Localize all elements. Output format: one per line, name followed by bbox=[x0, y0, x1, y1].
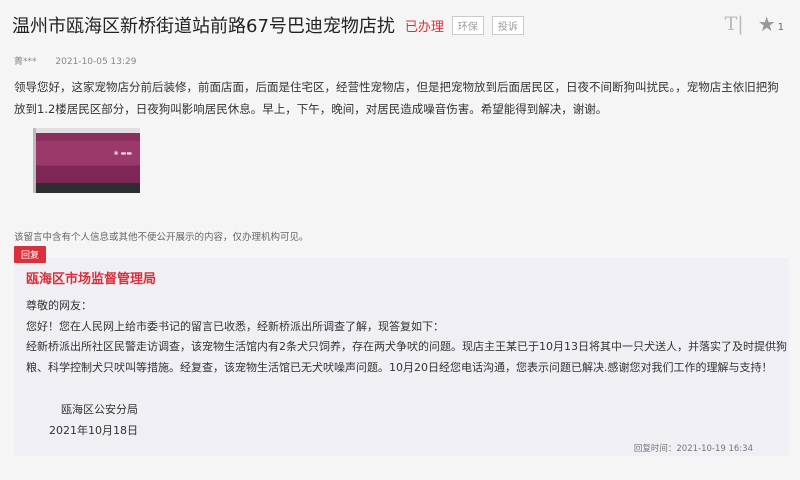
star-count: 1 bbox=[777, 21, 784, 33]
reply-text: 尊敬的网友： 您好！您在人民网上给市委书记的留言已收悉，经新桥派出所调查了解，现… bbox=[26, 296, 788, 378]
reply-badge: 回复 bbox=[14, 246, 47, 263]
post-time: 2021-10-05 13:29 bbox=[55, 57, 137, 67]
reply-line-1: 您好！您在人民网上给市委书记的留言已收悉，经新桥派出所调查了解，现答复如下： bbox=[26, 319, 444, 333]
reply-greeting: 尊敬的网友： bbox=[26, 299, 92, 312]
privacy-notice: 该留言中含有个人信息或其他不便公开展示的内容，仅办理机构可见。 bbox=[14, 232, 309, 243]
font-size-icon[interactable]: T| bbox=[725, 13, 744, 35]
status-badge: 已办理 bbox=[404, 19, 444, 35]
reply-line-2: 经新桥派出所社区民警走访调查，该宠物生活馆内有2条犬只饲养，存在两犬争吠的问题。… bbox=[26, 340, 787, 374]
page-title: 温州市瓯海区新桥街道站前路67号巴迪宠物店扰 bbox=[12, 16, 395, 37]
post-meta: 菁*** 2021-10-05 13:29 bbox=[14, 54, 153, 67]
star-icon[interactable]: ★ bbox=[758, 12, 776, 36]
tag-complaint[interactable]: 投诉 bbox=[491, 15, 524, 35]
post-content: 领导您好，这家宠物店分前后装修，前面店面，后面是住宅区，经营性宠物店，但是把宠物… bbox=[14, 80, 779, 116]
reply-signer: 瓯海区公安分局 bbox=[61, 403, 138, 416]
reply-org: 瓯海区市场监督管理局 bbox=[26, 272, 157, 287]
toolbar: T| ★ 1 bbox=[725, 12, 784, 36]
reply-sign-date: 2021年10月18日 bbox=[49, 424, 138, 437]
reply-time: 回复时间：2021-10-19 16:34 bbox=[633, 444, 753, 454]
tag-environment[interactable]: 环保 bbox=[451, 15, 484, 35]
author: 菁*** bbox=[14, 57, 37, 67]
shop-sign-icon: ❀ ▬▬ bbox=[113, 150, 132, 157]
reply-panel: 瓯海区市场监督管理局 尊敬的网友： 您好！您在人民网上给市委书记的留言已收悉，经… bbox=[14, 258, 789, 456]
post-header: 温州市瓯海区新桥街道站前路67号巴迪宠物店扰 已办理 环保 投诉 bbox=[12, 12, 524, 38]
post-photo[interactable]: ❀ ▬▬ bbox=[33, 128, 140, 193]
